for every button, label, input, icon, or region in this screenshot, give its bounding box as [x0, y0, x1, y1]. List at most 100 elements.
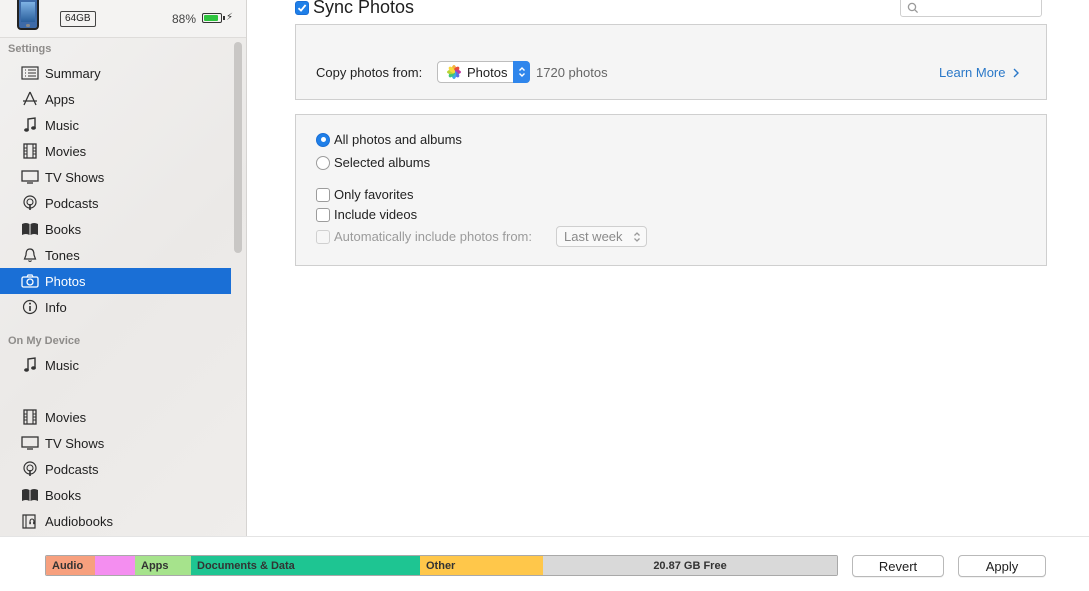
sidebar-item-label: Apps [45, 91, 75, 107]
sidebar-item-apps[interactable]: Apps [0, 86, 231, 112]
selected-albums-label: Selected albums [334, 155, 431, 170]
device-item-music[interactable]: Music [0, 352, 231, 378]
copy-source-panel: Copy photos from: Photos 1720 photos Lea… [295, 24, 1047, 100]
sidebar: 64GB 88% ⚡ Settings Summary Apps Music Movi… [0, 0, 247, 536]
sidebar-item-movies[interactable]: Movies [0, 138, 231, 164]
sync-photos-checkbox[interactable] [295, 0, 309, 15]
photos-app-icon [447, 65, 461, 79]
chevron-right-icon [1013, 68, 1020, 77]
revert-button[interactable]: Revert [852, 555, 944, 577]
music-note-icon [20, 117, 40, 133]
photo-options-panel: All photos and albums Selected albums On… [295, 114, 1047, 266]
camera-icon [20, 273, 40, 289]
all-photos-radio[interactable] [316, 132, 330, 147]
learn-more-link[interactable]: Learn More [939, 65, 1020, 80]
all-photos-option[interactable]: All photos and albums [316, 132, 462, 147]
storage-segment-unlabeled [95, 556, 135, 575]
book-icon [20, 487, 40, 503]
selected-albums-option[interactable]: Selected albums [316, 155, 430, 170]
only-favorites-option[interactable]: Only favorites [316, 187, 413, 202]
include-videos-checkbox[interactable] [316, 207, 330, 222]
popup-arrows-icon [634, 232, 640, 242]
settings-header: Settings [8, 43, 52, 55]
photo-source-value: Photos [467, 64, 508, 80]
battery-percent: 88% [172, 12, 197, 26]
sidebar-scrollbar[interactable] [234, 42, 242, 253]
sidebar-item-label: Audiobooks [45, 513, 113, 529]
device-item-tv-shows[interactable]: TV Shows [0, 430, 231, 456]
podcast-icon [20, 195, 40, 211]
sidebar-item-label: Movies [45, 409, 87, 425]
device-item-movies[interactable]: Movies [0, 404, 231, 430]
sidebar-item-label: TV Shows [45, 169, 105, 185]
device-item-books[interactable]: Books [0, 482, 231, 508]
tv-icon [20, 169, 40, 185]
storage-free-segment: 20.87 GB Free [543, 556, 837, 575]
sidebar-item-label: Movies [45, 143, 87, 159]
photo-source-popup[interactable]: Photos [437, 61, 530, 83]
sidebar-item-photos[interactable]: Photos [0, 268, 231, 294]
on-my-device-header: On My Device [8, 335, 81, 347]
sidebar-item-label: Info [45, 299, 67, 315]
auto-include-label: Automatically include photos from: [334, 229, 532, 244]
photo-count: 1720 photos [536, 65, 608, 80]
book-icon [20, 221, 40, 237]
apply-button[interactable]: Apply [958, 555, 1046, 577]
sidebar-item-label: Music [45, 357, 79, 373]
bottom-bar: Audio Apps Documents & Data Other 20.87 GB F… [0, 536, 1089, 591]
bell-icon [20, 247, 40, 263]
storage-segment-documents-data: Documents & Data [191, 556, 420, 575]
sidebar-item-label: Tones [45, 247, 80, 263]
all-photos-label: All photos and albums [334, 132, 462, 147]
sidebar-item-label: Books [45, 221, 82, 237]
auto-include-period-value: Last week [564, 229, 623, 244]
device-item-audiobooks[interactable]: Audiobooks [0, 508, 231, 534]
sidebar-item-tones[interactable]: Tones [0, 242, 231, 268]
battery-fill [204, 15, 218, 21]
include-videos-label: Include videos [334, 207, 418, 222]
sidebar-item-label: Podcasts [45, 461, 99, 477]
film-icon [20, 409, 40, 425]
sidebar-item-books[interactable]: Books [0, 216, 231, 242]
search-icon [907, 2, 919, 14]
auto-include-period-popup: Last week [556, 226, 647, 247]
storage-segment-apps: Apps [135, 556, 191, 575]
sync-photos-row[interactable]: Sync Photos [295, 0, 414, 18]
learn-more-label: Learn More [939, 65, 1006, 80]
auto-include-checkbox [316, 229, 330, 244]
podcast-icon [20, 461, 40, 477]
popup-arrows-icon [513, 61, 530, 83]
device-item-podcasts[interactable]: Podcasts [0, 456, 231, 482]
device-row[interactable]: 64GB 88% ⚡ [0, 0, 246, 38]
sidebar-item-summary[interactable]: Summary [0, 60, 231, 86]
only-favorites-checkbox[interactable] [316, 187, 330, 202]
tv-icon [20, 435, 40, 451]
sidebar-item-label: Music [45, 117, 79, 133]
storage-segment-other: Other [420, 556, 543, 575]
sidebar-item-label: TV Shows [45, 435, 105, 451]
apps-icon [20, 91, 40, 107]
storage-capacity-bar[interactable]: Audio Apps Documents & Data Other 20.87 GB F… [45, 555, 838, 576]
only-favorites-label: Only favorites [334, 187, 414, 202]
sidebar-item-info[interactable]: Info [0, 294, 231, 320]
sync-photos-title: Sync Photos [313, 0, 415, 17]
sidebar-item-label: Books [45, 487, 82, 503]
sidebar-item-label: Podcasts [45, 195, 99, 211]
info-icon [20, 299, 40, 315]
film-icon [20, 143, 40, 159]
sidebar-item-music[interactable]: Music [0, 112, 231, 138]
charging-bolt-icon: ⚡ [226, 12, 234, 23]
selected-albums-radio[interactable] [316, 155, 330, 170]
copy-from-label: Copy photos from: [316, 65, 423, 80]
auto-include-option: Automatically include photos from: [316, 229, 532, 244]
music-note-icon [20, 357, 40, 373]
device-capacity: 64GB [60, 11, 96, 27]
audiobook-icon [20, 513, 40, 529]
sidebar-item-label: Photos [45, 273, 86, 289]
sidebar-item-tv-shows[interactable]: TV Shows [0, 164, 231, 190]
sidebar-item-podcasts[interactable]: Podcasts [0, 190, 231, 216]
search-field[interactable] [900, 0, 1042, 17]
iphone-icon [17, 0, 39, 30]
include-videos-option[interactable]: Include videos [316, 207, 417, 222]
summary-icon [20, 65, 40, 81]
